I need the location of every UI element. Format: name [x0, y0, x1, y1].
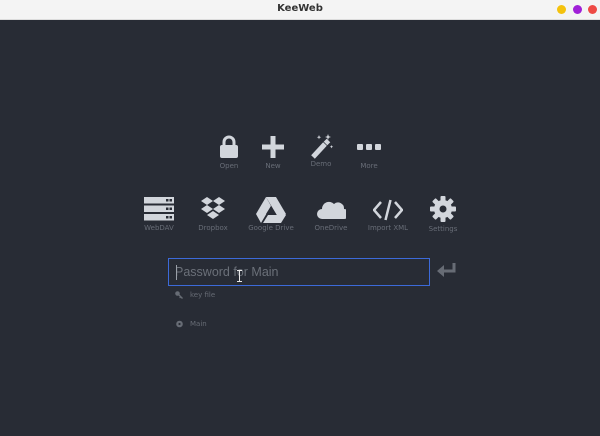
open-label: Open: [219, 162, 239, 170]
google-drive-icon: [256, 197, 286, 223]
onedrive-button[interactable]: OneDrive: [311, 199, 351, 232]
open-screen: Open New Demo More WebDAV Dropbox Google…: [0, 20, 600, 436]
lock-icon: [220, 135, 238, 158]
webdav-button[interactable]: WebDAV: [140, 197, 178, 232]
password-input[interactable]: [169, 259, 429, 285]
last-file-label: Main: [190, 320, 207, 328]
key-icon: [175, 291, 183, 299]
password-field[interactable]: [168, 258, 430, 286]
demo-button[interactable]: Demo: [304, 133, 338, 168]
onedrive-label: OneDrive: [314, 224, 348, 232]
more-button[interactable]: More: [352, 135, 386, 170]
new-label: New: [265, 162, 281, 170]
import-xml-label: Import XML: [367, 224, 409, 232]
import-xml-button[interactable]: Import XML: [366, 198, 410, 232]
settings-label: Settings: [428, 225, 458, 233]
title-bar[interactable]: KeeWeb: [0, 0, 600, 20]
key-file-button[interactable]: key file: [175, 291, 215, 299]
dropbox-icon: [201, 197, 225, 219]
enter-icon[interactable]: [437, 263, 457, 277]
cloud-icon: [317, 201, 346, 219]
text-cursor-icon: [237, 270, 242, 282]
dropbox-label: Dropbox: [198, 224, 228, 232]
new-button[interactable]: New: [256, 135, 290, 170]
demo-label: Demo: [310, 160, 332, 168]
open-button[interactable]: Open: [212, 135, 246, 170]
app-window: KeeWeb Open New Demo More WebDAV Dropbox…: [0, 0, 600, 436]
magic-wand-icon: [311, 134, 334, 159]
ellipsis-icon: [357, 144, 381, 150]
google-drive-label: Google Drive: [248, 224, 294, 232]
settings-button[interactable]: Settings: [425, 196, 461, 233]
server-icon: [144, 197, 174, 221]
key-file-label: key file: [190, 291, 216, 299]
last-file-item[interactable]: Main: [176, 320, 207, 328]
window-title: KeeWeb: [277, 3, 323, 14]
text-caret: [176, 265, 177, 280]
minimize-button[interactable]: [557, 5, 566, 14]
gear-icon: [430, 196, 456, 222]
close-button[interactable]: [588, 5, 597, 14]
google-drive-button[interactable]: Google Drive: [246, 197, 296, 232]
more-label: More: [360, 162, 378, 170]
webdav-label: WebDAV: [144, 224, 174, 232]
maximize-button[interactable]: [573, 5, 582, 14]
dropbox-button[interactable]: Dropbox: [194, 197, 232, 232]
storage-icon: [176, 320, 183, 328]
code-icon: [373, 199, 403, 221]
plus-icon: [262, 136, 284, 158]
